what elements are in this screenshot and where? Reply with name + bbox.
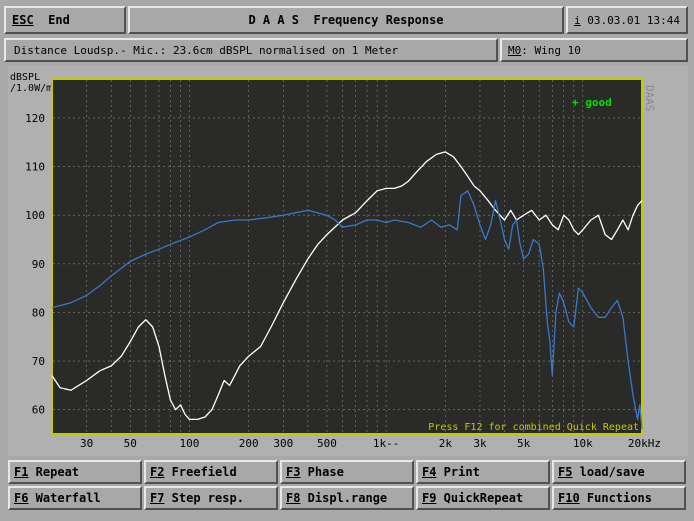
y-tick-label: 100 (25, 209, 45, 222)
end-label: End (48, 13, 70, 27)
fkey-key-label: F9 (422, 491, 437, 505)
datetime-panel[interactable]: i 03.03.01 13:44 (566, 6, 688, 34)
y-unit-label: dBSPL (10, 72, 40, 83)
fkey-f4-button[interactable]: F4 Print (416, 460, 550, 484)
y-unit-sublabel: /1.0W/m (10, 83, 52, 94)
fkey-key-label: F2 (150, 465, 165, 479)
fkey-key-label: F3 (286, 465, 301, 479)
fkey-f8-button[interactable]: F8 Displ.range (280, 486, 414, 510)
x-tick-label: 20kHz (628, 437, 661, 450)
fkey-label: Functions (579, 491, 652, 505)
fkey-label: QuickRepeat (436, 491, 524, 505)
x-tick-label: 50 (124, 437, 137, 450)
y-tick-labels: 60 70 80 90 100 110 120 (25, 112, 45, 417)
fkey-label: Displ.range (300, 491, 388, 505)
fkey-label: Repeat (28, 465, 80, 479)
fkey-f7-button[interactable]: F7 Step resp. (144, 486, 278, 510)
watermark: DAAS (643, 85, 656, 112)
info-icon: i (574, 13, 581, 27)
measurement-description: Distance Loudsp.- Mic.: 23.6cm dBSPL nor… (14, 43, 399, 57)
fkey-label: Waterfall (28, 491, 101, 505)
fkey-label: Step resp. (164, 491, 244, 505)
fkey-key-label: F6 (14, 491, 29, 505)
y-tick-label: 70 (32, 355, 45, 368)
x-tick-label: 5k (517, 437, 531, 450)
fkey-key-label: F8 (286, 491, 301, 505)
x-tick-label: 500 (317, 437, 337, 450)
memory-panel[interactable]: M0: Wing 10 (500, 38, 688, 62)
x-tick-labels: 30 50 100 200 300 500 1k-- 2k 3k 5k 10k 20kHz (80, 437, 661, 450)
status-good: + good (572, 96, 612, 109)
x-tick-label: 2k (439, 437, 453, 450)
window-title: D A A S Frequency Response (248, 13, 444, 27)
fkey-f9-button[interactable]: F9 QuickRepeat (416, 486, 550, 510)
fkey-key-label: F4 (422, 465, 437, 479)
fkey-f6-button[interactable]: F6 Waterfall (8, 486, 142, 510)
memory-key: M0 (508, 43, 522, 57)
fkey-key-label: F5 (558, 465, 573, 479)
x-tick-label: 100 (180, 437, 200, 450)
fkey-f5-button[interactable]: F5 load/save (552, 460, 686, 484)
fkey-label: Print (436, 465, 480, 479)
chart-svg: dBSPL /1.0W/m 60 70 80 90 100 110 120 30 50 100 2… (10, 72, 661, 450)
x-tick-label: 300 (273, 437, 293, 450)
window-title-bar: D A A S Frequency Response (128, 6, 564, 34)
y-tick-label: 80 (32, 306, 45, 319)
fkey-f2-button[interactable]: F2 Freefield (144, 460, 278, 484)
esc-key-label: ESC (12, 13, 34, 27)
quick-repeat-hint: Press F12 for combined Quick Repeat (428, 422, 639, 433)
fkey-key-label: F7 (150, 491, 165, 505)
esc-end-button[interactable]: ESC End (4, 6, 126, 34)
datetime: 03.03.01 13:44 (587, 13, 680, 27)
y-tick-label: 110 (25, 161, 45, 174)
y-tick-label: 60 (32, 404, 45, 417)
y-tick-label: 120 (25, 112, 45, 125)
fkey-key-label: F1 (14, 465, 29, 479)
fkey-key-label: F10 (558, 491, 580, 505)
x-tick-label: 10k (573, 437, 593, 450)
fkey-label: Freefield (164, 465, 237, 479)
y-tick-label: 90 (32, 258, 45, 271)
x-tick-label: 3k (473, 437, 487, 450)
fkey-f10-button[interactable]: F10 Functions (552, 486, 686, 510)
fkey-f1-button[interactable]: F1 Repeat (8, 460, 142, 484)
x-tick-label: 1k-- (373, 437, 400, 450)
x-tick-label: 30 (80, 437, 93, 450)
frequency-response-chart: dBSPL /1.0W/m 60 70 80 90 100 110 120 30 50 100 2… (8, 66, 688, 456)
description-bar: Distance Loudsp.- Mic.: 23.6cm dBSPL nor… (4, 38, 498, 62)
memory-value: : Wing 10 (521, 43, 581, 57)
fkey-f3-button[interactable]: F3 Phase (280, 460, 414, 484)
fkey-label: Phase (300, 465, 344, 479)
fkey-label: load/save (572, 465, 645, 479)
x-tick-label: 200 (239, 437, 259, 450)
